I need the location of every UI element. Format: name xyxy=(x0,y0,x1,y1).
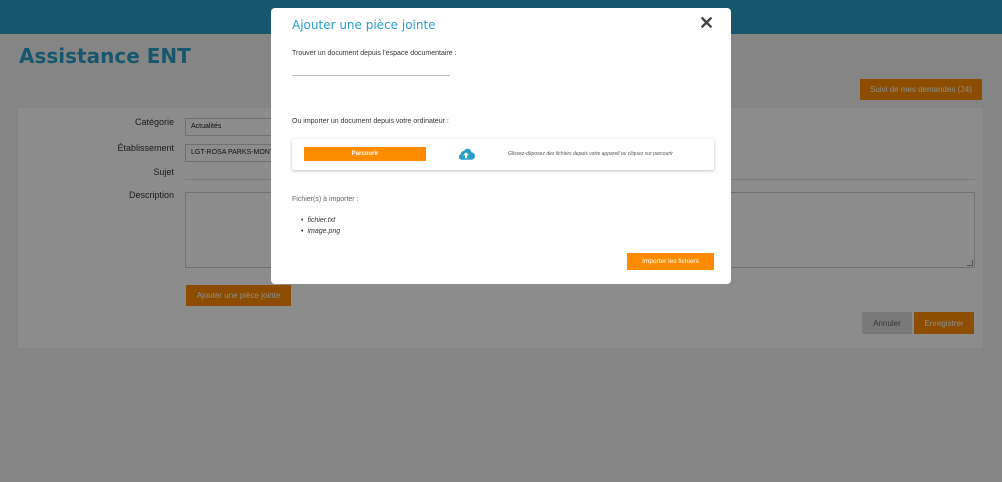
files-label: Fichier(s) à importer : xyxy=(292,196,359,203)
drop-zone[interactable]: Parcourir Glissez-déposez des fichiers d… xyxy=(292,139,714,170)
cloud-upload-icon xyxy=(458,148,475,160)
import-label: Ou importer un document depuis votre ord… xyxy=(292,118,449,125)
find-document-label: Trouver un document depuis l'espace docu… xyxy=(292,50,457,57)
close-icon[interactable]: ✕ xyxy=(699,13,714,34)
modal-title: Ajouter une pièce jointe xyxy=(292,18,436,32)
file-item: fichier.txt xyxy=(301,215,340,226)
browse-button[interactable]: Parcourir xyxy=(304,147,426,161)
file-list: fichier.txt image.png xyxy=(301,215,340,237)
attachment-modal: Ajouter une pièce jointe ✕ Trouver un do… xyxy=(271,8,731,284)
drop-hint: Glissez-déposez des fichiers depuis votr… xyxy=(508,151,673,157)
find-document-input[interactable] xyxy=(292,68,450,76)
file-item: image.png xyxy=(301,226,340,237)
import-files-button[interactable]: Importer les fichiers xyxy=(627,253,714,270)
